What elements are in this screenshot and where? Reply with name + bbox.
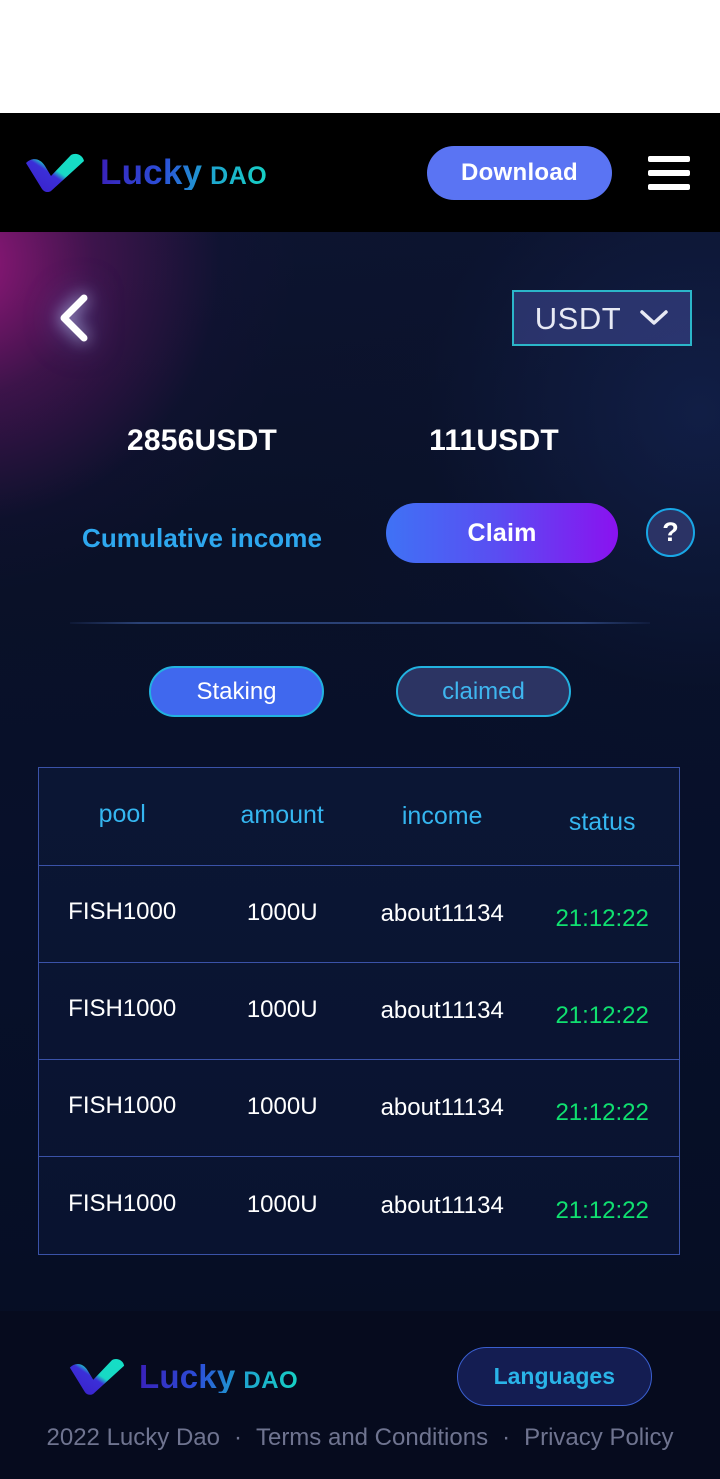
cell-amount: 1000U	[246, 1190, 318, 1218]
token-select-dropdown[interactable]: USDT	[512, 290, 692, 346]
tab-claimed[interactable]: claimed	[396, 666, 571, 717]
page-root: LuckyDAO Download USDT 2856USDT 111USDT	[0, 0, 720, 1479]
tab-bar: Staking claimed	[0, 666, 720, 717]
footer-top-row: Lucky DAO Languages	[0, 1347, 720, 1406]
column-header-amount: amount	[240, 801, 324, 829]
cumulative-income-label: Cumulative income	[81, 523, 323, 553]
claim-button[interactable]: Claim	[386, 503, 618, 563]
site-header: Lucky DAO Download	[0, 113, 720, 232]
income-amount-value: 111USDT	[429, 424, 559, 457]
staked-amount-value: 2856USDT	[126, 424, 277, 457]
hamburger-bar	[648, 183, 690, 190]
header-actions: Download	[426, 145, 696, 200]
cell-pool: FISH1000	[68, 898, 177, 925]
footer-brand-name: Lucky	[139, 1358, 236, 1395]
copyright-text: 2022 Lucky Dao	[46, 1424, 220, 1451]
checkmark-logo-icon	[69, 1358, 125, 1395]
cell-status: 21:12:22	[555, 905, 649, 932]
privacy-link[interactable]: Privacy Policy	[524, 1424, 673, 1452]
section-divider	[70, 622, 650, 624]
back-button[interactable]	[52, 292, 100, 344]
cell-amount: 1000U	[246, 899, 318, 926]
languages-button[interactable]: Languages	[456, 1347, 652, 1406]
column-header-pool: pool	[98, 800, 146, 828]
cell-status: 21:12:22	[555, 1099, 649, 1126]
checkmark-logo-icon	[26, 153, 84, 192]
hamburger-menu-icon[interactable]	[648, 155, 690, 190]
terms-link[interactable]: Terms and Conditions	[256, 1424, 488, 1452]
cell-amount: 1000U	[246, 996, 318, 1023]
staking-table: pool amount income status FISH1000 1000U…	[38, 767, 680, 1255]
footer-brand-suffix: DAO	[243, 1367, 299, 1394]
footer-separator-dot: ·	[233, 1424, 242, 1451]
table-row[interactable]: FISH1000 1000U about11134 21:12:22	[39, 1157, 679, 1254]
amounts-row: 2856USDT 111USDT	[0, 424, 720, 458]
cell-income: about11134	[380, 1191, 504, 1219]
footer-brand-wordmark: Lucky DAO	[139, 1360, 298, 1393]
tab-staking[interactable]: Staking	[149, 666, 324, 717]
table-row[interactable]: FISH1000 1000U about11134 21:12:22	[39, 866, 679, 963]
hamburger-bar	[648, 169, 690, 176]
cell-amount: 1000U	[246, 1093, 318, 1120]
download-button[interactable]: Download	[426, 145, 612, 200]
footer-brand-logo[interactable]: Lucky DAO	[68, 1358, 298, 1396]
chevron-left-icon	[60, 294, 88, 342]
cell-income: about11134	[380, 1094, 504, 1121]
help-icon[interactable]: ?	[646, 508, 695, 557]
cell-income: about11134	[380, 900, 504, 927]
brand-name: Lucky	[100, 153, 203, 192]
column-header-status: status	[568, 808, 636, 836]
table-header-row: pool amount income status	[39, 768, 679, 866]
header-brand-logo[interactable]: Lucky DAO	[24, 153, 267, 193]
column-header-income: income	[401, 802, 483, 830]
cell-pool: FISH1000	[68, 1189, 177, 1217]
cell-pool: FISH1000	[68, 1092, 177, 1119]
footer-separator-dot: ·	[502, 1424, 511, 1451]
brand-wordmark: Lucky DAO	[100, 155, 267, 190]
site-footer: Lucky DAO Languages	[0, 1311, 720, 1479]
brand-suffix: DAO	[210, 162, 268, 190]
chevron-down-icon	[639, 309, 669, 327]
footer-links: 2022 Lucky Dao · Terms and Conditions · …	[0, 1424, 720, 1452]
token-select-value: USDT	[534, 300, 622, 336]
cell-income: about11134	[380, 997, 504, 1024]
hamburger-bar	[648, 155, 690, 162]
top-white-strip	[0, 0, 720, 113]
cell-status: 21:12:22	[555, 1196, 649, 1224]
table-row[interactable]: FISH1000 1000U about11134 21:12:22	[39, 963, 679, 1060]
cell-pool: FISH1000	[68, 995, 177, 1022]
cell-status: 21:12:22	[555, 1002, 649, 1029]
table-row[interactable]: FISH1000 1000U about11134 21:12:22	[39, 1060, 679, 1157]
